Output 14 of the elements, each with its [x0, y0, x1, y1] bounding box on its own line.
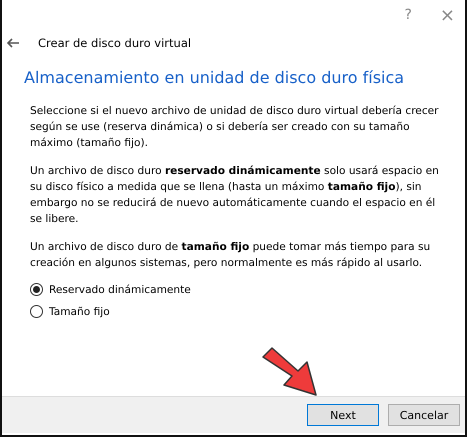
- cancel-button[interactable]: Cancelar: [388, 404, 460, 426]
- radio-option[interactable]: Tamaño fijo: [30, 305, 110, 318]
- close-button[interactable]: ×: [440, 4, 455, 26]
- next-button[interactable]: Next: [307, 404, 379, 426]
- page-heading: Almacenamiento en unidad de disco duro física: [24, 68, 406, 87]
- radio-button[interactable]: [30, 283, 43, 296]
- wizard-title: Crear de disco duro virtual: [38, 36, 192, 50]
- description-paragraph: Seleccione si el nuevo archivo de unidad de disco duro virtual debería crecer según se use (reserva dinámica) o si debería ser creado con su tamaño máximo (tamaño fijo).: [30, 104, 440, 151]
- description-paragraph: Un archivo de disco duro de tamaño fijo puede tomar más tiempo para su creación en algunos sistemas, pero normalmente es más rápido al usarlo.: [30, 240, 432, 271]
- description-paragraph: Un archivo de disco duro reservado dinámicamente solo usará espacio en su disco físico a medida que se llena (hasta un máximo tamaño fijo), sin embargo no se reducirá de nuevo automáticamente cuando el espacio en él se libere.: [30, 164, 440, 227]
- radio-option[interactable]: Reservado dinámicamente: [30, 283, 191, 296]
- radio-button[interactable]: [30, 305, 43, 318]
- help-button[interactable]: ?: [404, 7, 412, 23]
- back-arrow-icon[interactable]: [6, 38, 20, 48]
